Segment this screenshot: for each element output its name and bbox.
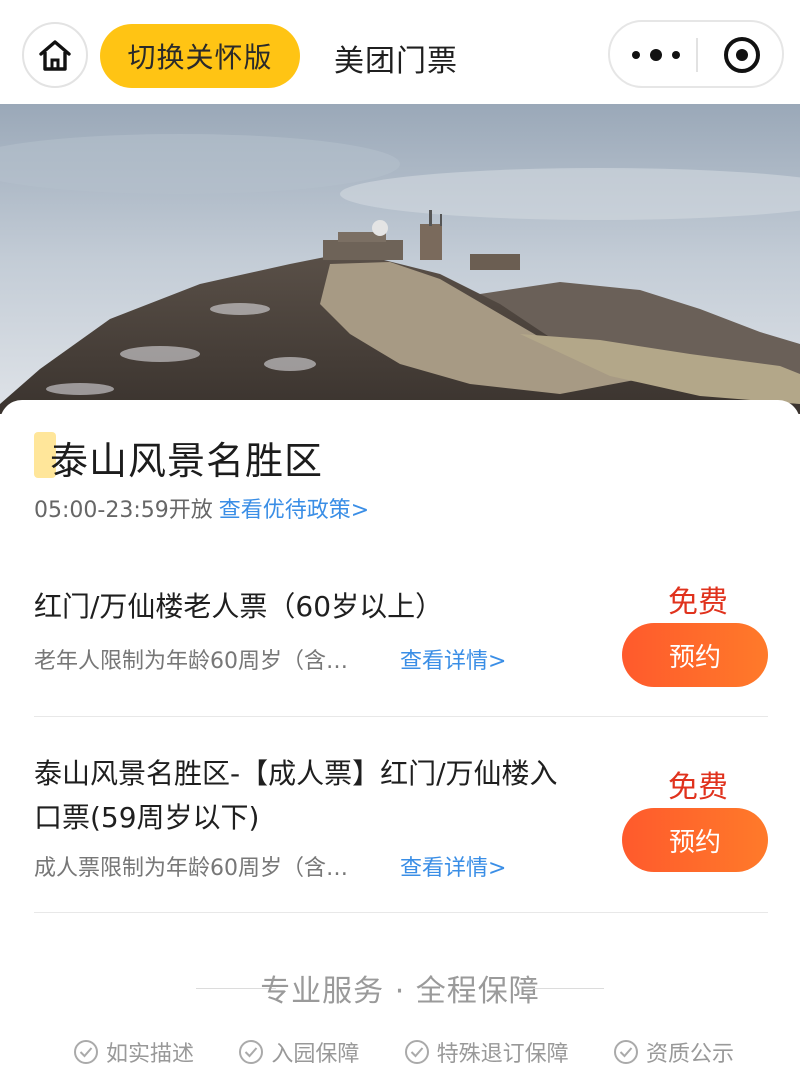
opening-hours-line: 05:00-23:59开放 查看优待政策>	[34, 492, 369, 524]
guarantee-label: 入园保障	[271, 1042, 360, 1066]
guarantee-label: 如实描述	[106, 1042, 195, 1066]
guarantee-item[interactable]: 资质公示	[613, 1036, 734, 1066]
service-title: 专业服务 · 全程保障	[260, 974, 540, 1009]
view-details-link[interactable]: 查看详情>	[400, 643, 506, 675]
ticket-price: 免费	[668, 585, 728, 620]
more-dots-icon[interactable]	[632, 42, 680, 68]
capsule-divider	[696, 38, 698, 72]
guarantee-item[interactable]: 如实描述	[74, 1036, 194, 1066]
ticket-name: 红门/万仙楼老人票（60岁以上）	[34, 590, 444, 623]
opening-hours: 05:00-23:59开放	[34, 498, 213, 523]
check-circle-icon	[239, 1040, 264, 1064]
scenic-hero-image	[0, 104, 800, 414]
ticket-item: 红门/万仙楼老人票（60岁以上） 老年人限制为年龄60周岁（含… 查看详情> 免…	[34, 585, 768, 695]
top-bar: 切换关怀版 美团门票	[0, 0, 800, 104]
ticket-item: 泰山风景名胜区-【成人票】红门/万仙楼入口票(59周岁以下) 成人票限制为年龄6…	[34, 752, 768, 892]
divider	[34, 716, 768, 717]
guarantee-label: 特殊退订保障	[436, 1042, 569, 1066]
ticket-description: 成人票限制为年龄60周岁（含…	[34, 856, 348, 881]
close-target-icon[interactable]	[724, 37, 760, 73]
view-discount-policy-link[interactable]: 查看优待政策>	[219, 498, 369, 523]
book-button[interactable]: 预约	[622, 808, 768, 872]
guarantee-label: 资质公示	[645, 1042, 734, 1066]
divider	[34, 912, 768, 913]
check-circle-icon	[404, 1040, 429, 1064]
mini-program-capsule	[608, 20, 784, 88]
service-title-line-right	[524, 988, 604, 989]
book-button[interactable]: 预约	[622, 623, 768, 687]
ticket-name: 泰山风景名胜区-【成人票】红门/万仙楼入口票(59周岁以下)	[34, 757, 558, 834]
guarantee-item[interactable]: 入园保障	[239, 1036, 359, 1066]
page-title: 美团门票	[334, 44, 458, 79]
home-button[interactable]	[22, 22, 88, 88]
ticket-price: 免费	[668, 770, 728, 805]
scenic-name: 泰山风景名胜区	[50, 439, 324, 483]
scenic-info-card: 泰山风景名胜区 05:00-23:59开放 查看优待政策> 红门/万仙楼老人票（6…	[0, 400, 800, 1066]
switch-care-mode-button[interactable]: 切换关怀版	[100, 24, 300, 88]
home-icon	[39, 40, 71, 71]
guarantee-item[interactable]: 特殊退订保障	[404, 1036, 569, 1066]
view-details-link[interactable]: 查看详情>	[400, 850, 506, 882]
guarantee-list: 如实描述 入园保障 特殊退订保障 资质公示	[74, 1036, 734, 1066]
ticket-description: 老年人限制为年龄60周岁（含…	[34, 649, 348, 674]
check-circle-icon	[613, 1040, 638, 1064]
check-circle-icon	[74, 1040, 98, 1064]
